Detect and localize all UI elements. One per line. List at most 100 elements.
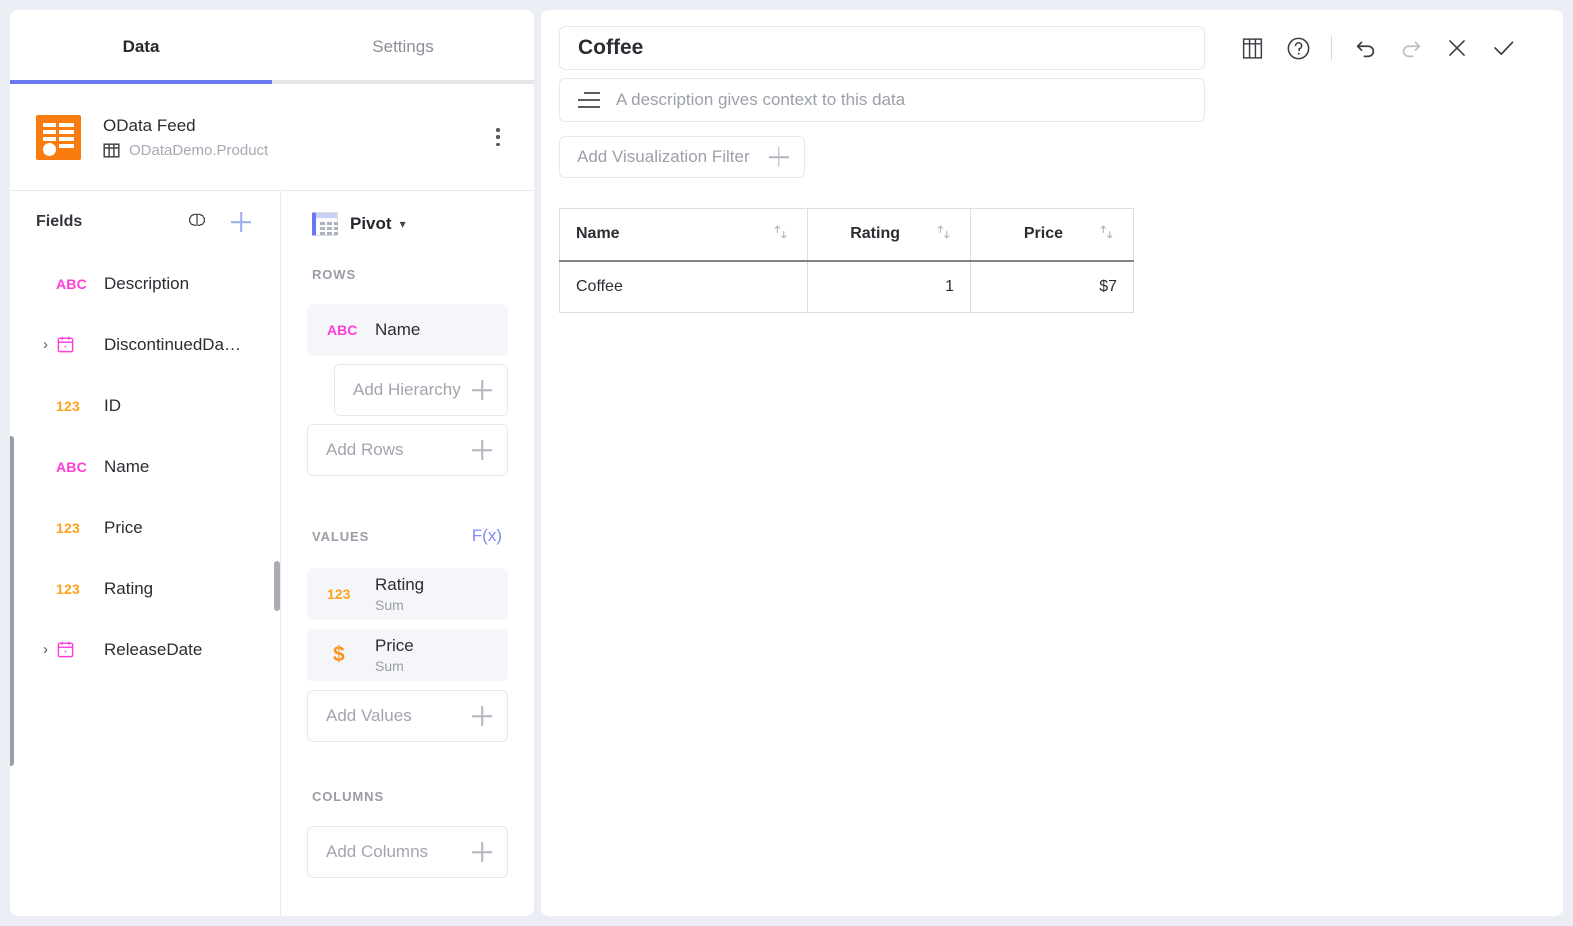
calendar-icon (56, 640, 96, 659)
chip-type-badge: ABC (327, 322, 358, 338)
field-label: ID (104, 395, 121, 415)
field-type-badge: 123 (56, 580, 80, 597)
visualization-title-value: Coffee (578, 36, 644, 59)
field-item-discontinueddate[interactable]: › DiscontinuedDa… (10, 314, 280, 375)
pivot-table-icon (312, 212, 338, 236)
field-label: DiscontinuedDa… (104, 334, 242, 354)
data-source-row[interactable]: OData Feed ODataDemo.Product (10, 84, 534, 191)
plus-icon (471, 379, 493, 401)
visualization-title-input[interactable]: Coffee (559, 26, 1205, 70)
add-rows-label: Add Rows (326, 440, 404, 459)
column-header-price[interactable]: Price (970, 208, 1134, 262)
left-config-panel: Data Settings OData Feed ODataDemo.Produ… (10, 10, 534, 916)
field-item-releasedate[interactable]: › ReleaseDate (10, 619, 280, 680)
cell-price: $7 (970, 260, 1134, 313)
rows-chip-name[interactable]: ABC Name (307, 304, 508, 356)
field-item-rating[interactable]: 123 Rating (10, 558, 280, 619)
pivot-type-label: Pivot (350, 214, 392, 233)
plus-icon (768, 146, 790, 168)
chip-label: Rating (375, 575, 425, 594)
brain-icon[interactable] (182, 207, 212, 237)
add-hierarchy-label: Add Hierarchy (353, 380, 461, 399)
toolbar-separator (1331, 36, 1332, 60)
field-label: Description (104, 273, 190, 293)
config-panels: Fields ABC Description › DiscontinuedDa…… (10, 191, 534, 916)
chevron-down-icon[interactable]: ▾ (400, 217, 406, 231)
tab-settings[interactable]: Settings (272, 10, 534, 84)
add-values-button[interactable]: Add Values (307, 690, 508, 742)
sort-arrows-icon[interactable] (1097, 222, 1117, 247)
redo-icon[interactable] (1390, 27, 1432, 69)
fields-scrollbar[interactable] (10, 436, 14, 766)
table-icon (103, 142, 120, 159)
field-item-description[interactable]: ABC Description (10, 253, 280, 314)
column-header-label: Name (576, 225, 620, 243)
add-field-button[interactable] (224, 205, 258, 239)
field-item-id[interactable]: 123 ID (10, 375, 280, 436)
add-columns-button[interactable]: Add Columns (307, 826, 508, 878)
plus-icon (471, 705, 493, 727)
sort-arrows-icon[interactable] (934, 222, 954, 247)
add-rows-button[interactable]: Add Rows (307, 424, 508, 476)
values-chip-price[interactable]: $ Price Sum (307, 629, 508, 681)
title-row: Coffee (559, 26, 1545, 70)
field-label: Price (104, 517, 143, 537)
visualization-panel: Coffee A description gives context to th… (541, 10, 1563, 916)
formula-fx-button[interactable]: F(x) (472, 526, 502, 546)
data-source-table-name: ODataDemo.Product (129, 142, 269, 159)
help-icon[interactable] (1277, 27, 1319, 69)
pivot-config-column: Pivot ▾ ROWS ABC Name Add Hierarchy Add … (281, 191, 534, 916)
data-source-subrow: ODataDemo.Product (103, 142, 268, 159)
table-row[interactable]: Coffee 1 $7 (559, 260, 1134, 313)
visualization-toolbar (1231, 26, 1524, 70)
cell-name: Coffee (559, 260, 808, 313)
description-lines-icon (578, 92, 600, 108)
table-body: Coffee 1 $7 (559, 260, 1134, 313)
add-values-label: Add Values (326, 706, 412, 725)
add-columns-label: Add Columns (326, 842, 429, 861)
column-header-label: Price (1023, 225, 1063, 243)
add-hierarchy-button[interactable]: Add Hierarchy (334, 364, 508, 416)
columns-section-label: COLUMNS (312, 789, 385, 804)
column-header-label: Rating (850, 225, 900, 243)
add-visualization-filter-button[interactable]: Add Visualization Filter (559, 136, 805, 178)
pivot-result-table: Name Rating Price Coffee 1 $7 (559, 208, 1134, 313)
chip-label: Name (375, 320, 421, 339)
table-view-icon[interactable] (1231, 27, 1273, 69)
field-type-badge: ABC (56, 275, 87, 292)
chip-text: Price Sum (375, 635, 414, 675)
fields-title: Fields (36, 213, 83, 230)
chevron-right-icon[interactable]: › (43, 642, 48, 657)
chip-aggregation: Sum (375, 597, 404, 613)
chevron-right-icon[interactable]: › (43, 337, 48, 352)
data-source-text: OData Feed ODataDemo.Product (103, 115, 268, 159)
undo-icon[interactable] (1344, 27, 1386, 69)
close-icon[interactable] (1436, 27, 1478, 69)
pivot-panel-scrollbar[interactable] (274, 561, 280, 611)
dollar-icon: $ (333, 643, 345, 666)
visualization-description-input[interactable]: A description gives context to this data (559, 78, 1205, 122)
fields-column: Fields ABC Description › DiscontinuedDa…… (10, 191, 281, 916)
confirm-icon[interactable] (1482, 27, 1524, 69)
column-header-name[interactable]: Name (559, 208, 808, 262)
sort-arrows-icon[interactable] (771, 222, 791, 247)
fields-header: Fields (10, 191, 280, 253)
odata-feed-icon (36, 114, 81, 160)
add-visualization-filter-label: Add Visualization Filter (577, 147, 750, 166)
chip-text: Rating Sum (375, 574, 424, 614)
rows-section-label: ROWS (312, 267, 357, 282)
tab-bar: Data Settings (10, 10, 534, 84)
data-source-menu-button[interactable] (488, 124, 508, 150)
field-label: Rating (104, 578, 154, 598)
pivot-type-selector[interactable]: Pivot ▾ (307, 191, 508, 257)
plus-icon (471, 439, 493, 461)
field-item-price[interactable]: 123 Price (10, 497, 280, 558)
column-header-rating[interactable]: Rating (807, 208, 971, 262)
values-section-header: VALUES F(x) (307, 526, 508, 546)
field-type-badge: 123 (56, 519, 80, 536)
tab-data[interactable]: Data (10, 10, 272, 84)
visualization-inner: Coffee A description gives context to th… (541, 10, 1563, 329)
field-label: ReleaseDate (104, 639, 203, 659)
field-item-name[interactable]: ABC Name (10, 436, 280, 497)
values-chip-rating[interactable]: 123 Rating Sum (307, 568, 508, 620)
